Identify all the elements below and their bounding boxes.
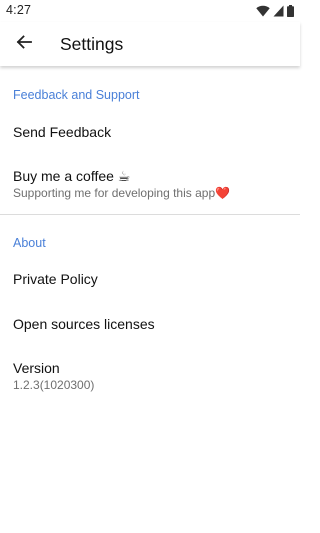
status-bar: 4:27 <box>0 0 300 22</box>
wifi-icon <box>256 5 270 17</box>
settings-screen: 4:27 Settings Feedback and Support Send … <box>0 0 300 533</box>
version-title: Version <box>13 360 60 376</box>
private-policy-title: Private Policy <box>13 271 98 287</box>
version-item[interactable]: Version 1.2.3(1020300) <box>0 348 300 402</box>
buy-coffee-item[interactable]: Buy me a coffee ☕ Supporting me for deve… <box>0 156 300 210</box>
status-time: 4:27 <box>6 3 32 17</box>
battery-icon <box>287 5 294 17</box>
status-icons <box>256 4 294 18</box>
arrow-back-icon <box>15 33 33 56</box>
send-feedback-title: Send Feedback <box>13 124 112 140</box>
buy-coffee-title: Buy me a coffee ☕ <box>13 168 131 184</box>
section-divider <box>0 214 300 215</box>
open-source-licenses-title: Open sources licenses <box>13 316 155 332</box>
section-header-feedback: Feedback and Support <box>13 88 140 102</box>
section-header-about: About <box>13 236 46 250</box>
private-policy-item[interactable]: Private Policy <box>0 258 300 302</box>
cell-signal-icon <box>273 5 284 17</box>
buy-coffee-summary: Supporting me for developing this app❤️ <box>13 186 231 200</box>
version-summary: 1.2.3(1020300) <box>13 378 95 392</box>
back-button[interactable] <box>10 30 38 58</box>
app-bar: Settings <box>0 22 300 66</box>
open-source-licenses-item[interactable]: Open sources licenses <box>0 303 300 347</box>
page-title: Settings <box>60 34 124 54</box>
send-feedback-item[interactable]: Send Feedback <box>0 110 300 154</box>
